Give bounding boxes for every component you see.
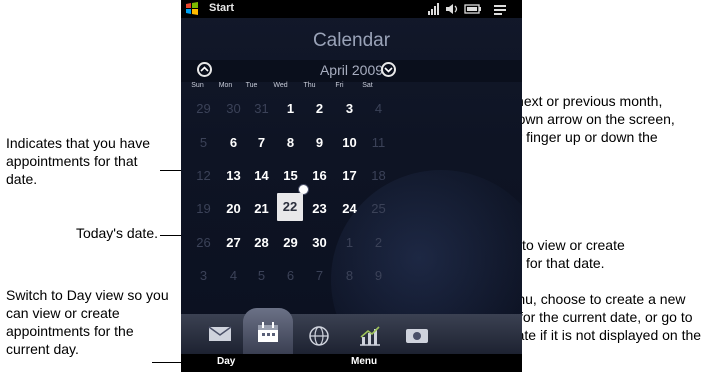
date-cell[interactable]: 13 — [219, 166, 248, 186]
date-cell[interactable]: 26 — [189, 233, 218, 253]
date-cell[interactable]: 2 — [364, 233, 393, 253]
volume-icon[interactable] — [445, 2, 459, 16]
menu-icon[interactable] — [493, 2, 507, 16]
date-cell[interactable]: 30 — [219, 99, 248, 119]
weekday-label: Fri — [335, 82, 344, 89]
date-cell[interactable]: 21 — [247, 199, 276, 219]
date-cell[interactable]: 2 — [305, 99, 334, 119]
date-cell[interactable]: 23 — [305, 199, 334, 219]
tab-stocks[interactable] — [345, 314, 395, 354]
tab-mail[interactable] — [195, 314, 245, 354]
windows-logo-icon[interactable] — [185, 2, 199, 15]
weekday-label: Mon — [218, 82, 233, 89]
weekday-label: Tue — [245, 82, 258, 89]
menu-softkey[interactable]: Menu — [351, 356, 377, 367]
mail-icon — [208, 326, 232, 341]
next-month-button[interactable] — [381, 62, 396, 77]
date-cell[interactable]: 8 — [335, 266, 364, 286]
globe-icon — [309, 326, 329, 346]
date-cell[interactable]: 7 — [247, 133, 276, 153]
date-cell[interactable]: 14 — [247, 166, 276, 186]
annotation-appointments: Indicates that you have appointments for… — [6, 135, 150, 187]
date-cell[interactable]: 3 — [335, 99, 364, 119]
date-cell[interactable]: 27 — [219, 233, 248, 253]
weekday-label: Sat — [362, 82, 373, 89]
date-cell[interactable]: 5 — [189, 133, 218, 153]
date-cell[interactable]: 11 — [364, 133, 393, 153]
tab-calendar[interactable] — [243, 308, 293, 354]
date-cell[interactable]: 3 — [189, 266, 218, 286]
weekday-label: Wed — [273, 82, 288, 89]
date-cell[interactable]: 17 — [335, 166, 364, 186]
annotation-today: Today's date. — [75, 225, 158, 241]
start-label[interactable]: Start — [209, 2, 234, 14]
date-cell[interactable]: 29 — [189, 99, 218, 119]
month-label: April 2009 — [319, 62, 384, 78]
battery-icon[interactable] — [464, 2, 482, 16]
date-cell[interactable]: 19 — [189, 199, 218, 219]
calendar-icon — [258, 322, 278, 342]
date-cell[interactable]: 12 — [189, 166, 218, 186]
phone-screen: Start Calendar April 2009 Sun Mon Tue We… — [181, 0, 522, 372]
today-date-cell[interactable]: 22 — [277, 193, 303, 221]
date-cell[interactable]: 9 — [364, 266, 393, 286]
date-cell[interactable]: 28 — [247, 233, 276, 253]
date-cell[interactable]: 16 — [305, 166, 334, 186]
date-cell[interactable]: 6 — [276, 266, 305, 286]
tab-photos[interactable] — [391, 314, 441, 354]
date-cell[interactable]: 5 — [247, 266, 276, 286]
date-cell[interactable]: 6 — [219, 133, 248, 153]
date-cell[interactable]: 7 — [305, 266, 334, 286]
tab-bar — [181, 308, 522, 354]
camera-icon — [406, 329, 428, 343]
date-cell[interactable]: 9 — [305, 133, 334, 153]
arrow-down-icon — [384, 67, 393, 73]
annotation-day-view: Switch to Day view so you can view or cr… — [6, 287, 169, 357]
soft-key-bar: Day Menu — [181, 354, 522, 372]
date-cell[interactable]: 30 — [305, 233, 334, 253]
signal-icon — [428, 3, 439, 15]
date-cell[interactable]: 15 — [276, 166, 305, 186]
page-title: Calendar — [312, 30, 391, 51]
prev-month-button[interactable] — [197, 62, 212, 77]
weekday-label: Sun — [191, 82, 204, 89]
date-cell[interactable]: 29 — [276, 233, 305, 253]
date-cell[interactable]: 24 — [335, 199, 364, 219]
status-bar: Start — [181, 0, 522, 18]
date-cell[interactable]: 20 — [219, 199, 248, 219]
chart-icon — [360, 326, 380, 346]
date-cell[interactable]: 25 — [364, 199, 393, 219]
weekday-header: Sun Mon Tue Wed Thu Fri Sat — [189, 82, 522, 94]
date-cell[interactable]: 18 — [364, 166, 393, 186]
date-cell[interactable]: 31 — [247, 99, 276, 119]
date-cell[interactable]: 8 — [276, 133, 305, 153]
date-cell[interactable]: 1 — [335, 233, 364, 253]
arrow-up-icon — [200, 66, 209, 72]
tab-internet[interactable] — [295, 314, 345, 354]
weekday-label: Thu — [303, 82, 316, 89]
date-cell[interactable]: 4 — [364, 99, 393, 119]
date-cell[interactable]: 1 — [276, 99, 305, 119]
day-softkey[interactable]: Day — [217, 356, 235, 367]
date-cell[interactable]: 10 — [335, 133, 364, 153]
date-cell[interactable]: 4 — [219, 266, 248, 286]
